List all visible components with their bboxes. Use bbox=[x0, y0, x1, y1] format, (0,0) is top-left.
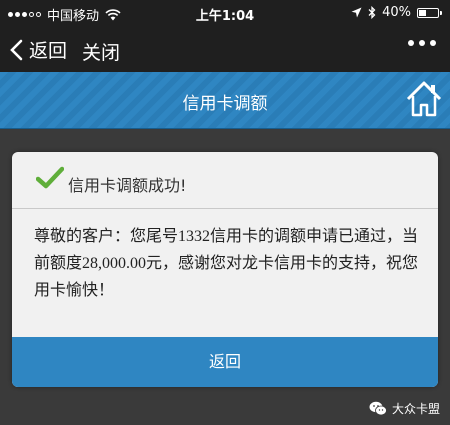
dialog-header: 信用卡调额成功! bbox=[12, 152, 438, 209]
return-button[interactable]: 返回 bbox=[12, 337, 438, 387]
chevron-left-icon bbox=[10, 39, 23, 60]
status-bar-right: 40% bbox=[351, 5, 442, 20]
close-button[interactable]: 关闭 bbox=[82, 38, 120, 65]
battery-icon bbox=[417, 7, 442, 18]
page-header: 信用卡调额 bbox=[0, 72, 450, 129]
more-dots-icon[interactable] bbox=[408, 40, 436, 46]
check-icon bbox=[36, 166, 64, 189]
bluetooth-icon bbox=[368, 6, 376, 19]
back-button-label: 返回 bbox=[29, 40, 68, 62]
page-title: 信用卡调额 bbox=[182, 94, 268, 114]
home-icon[interactable] bbox=[404, 78, 444, 120]
dialog-message: 尊敬的客户：您尾号1332信用卡的调额申请已通过，当前额度28,000.00元，… bbox=[34, 228, 419, 299]
location-arrow-icon bbox=[351, 7, 362, 18]
back-button[interactable]: 返回 bbox=[8, 36, 67, 63]
dialog-body: 尊敬的客户：您尾号1332信用卡的调额申请已通过，当前额度28,000.00元，… bbox=[12, 209, 438, 304]
battery-percent: 40% bbox=[382, 5, 411, 20]
status-bar: 中国移动 上午1:04 40% bbox=[0, 0, 450, 26]
watermark-text: 大众卡盟 bbox=[391, 402, 440, 416]
nav-bar: 返回 关闭 bbox=[0, 26, 450, 72]
dialog-title: 信用卡调额成功! bbox=[68, 176, 187, 195]
battery-fill bbox=[419, 9, 426, 16]
wechat-icon bbox=[369, 401, 387, 416]
result-dialog: 信用卡调额成功! 尊敬的客户：您尾号1332信用卡的调额申请已通过，当前额度28… bbox=[12, 152, 438, 387]
watermark: 大众卡盟 bbox=[369, 400, 440, 417]
